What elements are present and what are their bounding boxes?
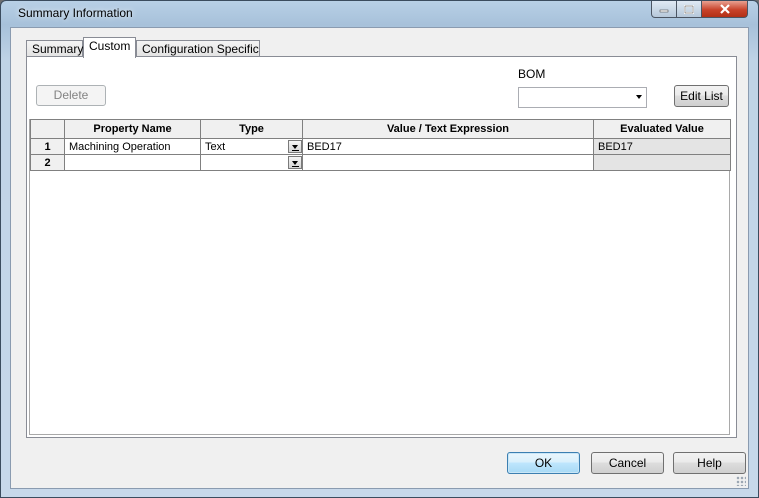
column-header-evaluated-value[interactable]: Evaluated Value (593, 119, 731, 139)
tab-configuration-specific[interactable]: Configuration Specific (136, 40, 260, 57)
column-header-value[interactable]: Value / Text Expression (302, 119, 594, 139)
type-cell[interactable]: Text (200, 138, 303, 155)
column-header-property-name[interactable]: Property Name (64, 119, 201, 139)
cancel-button[interactable]: Cancel (591, 452, 664, 474)
title-bar[interactable]: Summary Information (1, 1, 758, 27)
dialog-client: Summary Custom Configuration Specific De… (10, 27, 749, 489)
properties-grid: Property Name Type Value / Text Expressi… (30, 119, 731, 171)
caption-buttons (651, 1, 748, 18)
bom-label: BOM (518, 67, 546, 81)
type-dropdown-button[interactable] (288, 156, 302, 169)
maximize-button[interactable] (677, 1, 702, 18)
row-number[interactable]: 1 (30, 138, 65, 155)
help-button[interactable]: Help (673, 452, 746, 474)
chevron-down-icon (636, 95, 642, 99)
bom-select[interactable] (518, 87, 647, 108)
window-title: Summary Information (18, 6, 133, 20)
close-button[interactable] (702, 1, 748, 18)
table-row[interactable]: 1 Machining Operation Text BED17 BED17 (30, 138, 731, 155)
table-row[interactable]: 2 (30, 154, 731, 171)
row-number-header[interactable] (30, 119, 65, 139)
value-cell[interactable]: BED17 (302, 138, 594, 155)
custom-properties-panel: Delete BOM Edit List Property Name Type … (26, 56, 737, 438)
delete-button[interactable]: Delete (36, 85, 106, 106)
type-cell[interactable] (200, 154, 303, 171)
column-header-type[interactable]: Type (200, 119, 303, 139)
value-cell[interactable] (302, 154, 594, 171)
evaluated-value-cell (593, 154, 731, 171)
resize-grip-icon[interactable] (736, 476, 746, 486)
property-name-cell[interactable] (64, 154, 201, 171)
type-dropdown-button[interactable] (288, 140, 302, 153)
grid-header-row: Property Name Type Value / Text Expressi… (30, 119, 731, 139)
dialog-window: Summary Information Summary Custom Confi… (0, 0, 759, 498)
tab-summary[interactable]: Summary (26, 40, 83, 57)
property-name-cell[interactable]: Machining Operation (64, 138, 201, 155)
row-number[interactable]: 2 (30, 154, 65, 171)
minimize-icon (659, 9, 669, 13)
close-icon (719, 4, 730, 14)
edit-list-button[interactable]: Edit List (674, 85, 729, 107)
type-cell-value: Text (205, 140, 226, 153)
maximize-icon (684, 4, 694, 14)
ok-button[interactable]: OK (507, 452, 580, 474)
tab-custom[interactable]: Custom (83, 37, 136, 58)
evaluated-value-cell: BED17 (593, 138, 731, 155)
minimize-button[interactable] (651, 1, 677, 18)
